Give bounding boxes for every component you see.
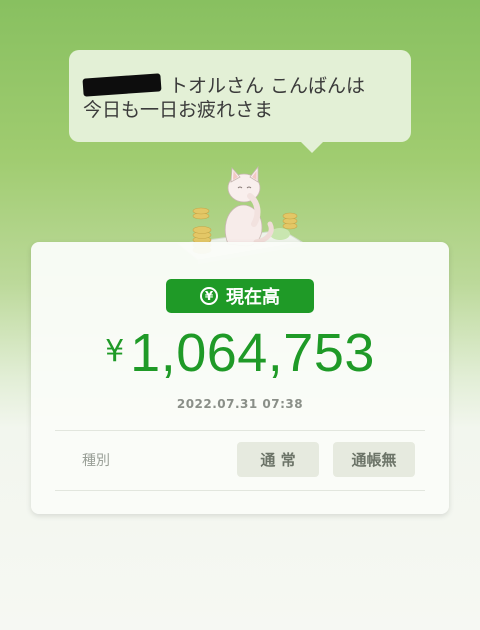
greeting-line-2: 今日も一日お疲れさま	[83, 99, 274, 121]
coin-stack-right	[282, 212, 298, 230]
greeting-bubble: トオルさん こんばんは 今日も一日お疲れさま	[69, 50, 411, 153]
balance-card: ¥ 現在高 ¥1,064,753 2022.07.31 07:38 種別 通 常…	[31, 242, 449, 514]
divider-bottom	[55, 490, 425, 491]
account-type-passbookless-button[interactable]: 通帳無	[333, 442, 415, 477]
greeting-name-suffix: トオルさん こんばんは	[169, 75, 366, 97]
balance-amount: ¥1,064,753	[31, 322, 449, 384]
divider-top	[55, 430, 425, 431]
greeting-line-1: トオルさん こんばんは	[82, 73, 397, 98]
yen-circle-icon: ¥	[200, 287, 218, 305]
balance-value: 1,064,753	[130, 323, 375, 383]
balance-timestamp: 2022.07.31 07:38	[176, 397, 304, 411]
account-type-normal-button[interactable]: 通 常	[237, 442, 319, 477]
currency-symbol: ¥	[105, 334, 125, 369]
balance-badge: ¥ 現在高	[166, 279, 314, 313]
balance-badge-label: 現在高	[226, 287, 280, 308]
account-type-label: 種別	[82, 453, 110, 469]
redacted-name	[82, 73, 162, 97]
